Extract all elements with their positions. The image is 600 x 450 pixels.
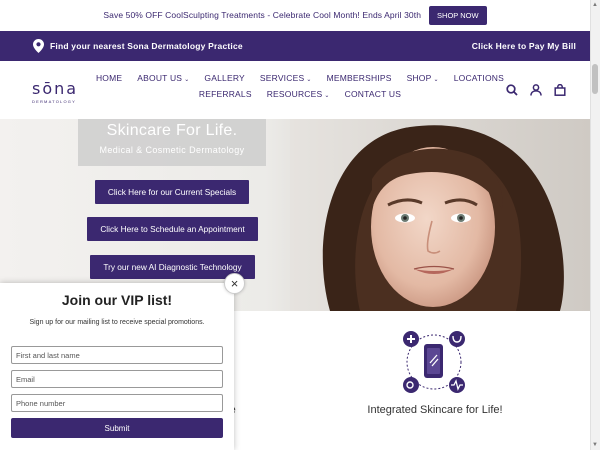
main-nav: HOME ABOUT US ⌄ GALLERY SERVICES ⌄ MEMBERSHIPS… [90, 71, 510, 103]
announcement-text: Save 50% OFF CoolSculpting Treatments - … [103, 10, 422, 20]
tagline-box: Skincare For Life. Medical & Cosmetic De… [78, 119, 266, 166]
nav-item-label: SHOP [406, 73, 432, 83]
nav-row-2: REFERRALS RESOURCES ⌄ CONTACT US [90, 87, 510, 103]
nav-item-label: ABOUT US [137, 73, 183, 83]
close-icon[interactable]: × [224, 273, 245, 294]
logo-wordmark: sōna [32, 79, 79, 98]
scrollbar[interactable]: ▲ ▼ [590, 0, 600, 450]
nav-item-label: LOCATIONS [453, 73, 505, 83]
scroll-up-arrow-icon[interactable]: ▲ [591, 1, 599, 9]
map-pin-icon [33, 39, 44, 58]
chevron-down-icon: ⌄ [306, 77, 312, 83]
nav-item-label: RESOURCES [266, 89, 323, 99]
nav-item-gallery[interactable]: GALLERY [204, 71, 244, 87]
nav-item-home[interactable]: HOME [96, 71, 122, 87]
popup-title: Join our VIP list! [61, 292, 173, 308]
nav-item-contact-us[interactable]: CONTACT US [345, 87, 401, 103]
find-practice-link[interactable]: Find your nearest Sona Dermatology Pract… [50, 41, 243, 51]
nav-item-shop[interactable]: SHOP ⌄ [407, 71, 439, 87]
logo-subtitle: DERMATOLOGY [32, 99, 76, 104]
hero-woman-photo [290, 119, 590, 311]
shop-now-button[interactable]: SHOP NOW [429, 5, 487, 25]
announcement-bar: Save 50% OFF CoolSculpting Treatments - … [0, 0, 590, 30]
phone-field[interactable]: Phone number [11, 394, 223, 412]
cart-icon[interactable] [554, 83, 566, 101]
header-icons [506, 83, 566, 101]
nav-item-label: CONTACT US [344, 89, 402, 99]
email-field[interactable]: Email [11, 370, 223, 388]
hero-tagline: Skincare For Life. [106, 122, 238, 139]
nav-item-referrals[interactable]: REFERRALS [199, 87, 252, 103]
nav-item-services[interactable]: SERVICES ⌄ [260, 71, 312, 87]
nav-item-label: GALLERY [204, 73, 245, 83]
vip-signup-popup: Join our VIP list! Sign up for our maili… [0, 283, 234, 450]
nav-item-resources[interactable]: RESOURCES ⌄ [267, 87, 330, 103]
nav-row-1: HOME ABOUT US ⌄ GALLERY SERVICES ⌄ MEMBERSHIPS… [90, 71, 510, 87]
nav-item-label: SERVICES [259, 73, 305, 83]
nav-item-label: MEMBERSHIPS [326, 73, 392, 83]
feature-title-integrated-skincare: Integrated Skincare for Life! [367, 404, 503, 416]
nav-item-label: HOME [95, 73, 123, 83]
submit-button[interactable]: Submit [11, 418, 223, 438]
page: Save 50% OFF CoolSculpting Treatments - … [0, 0, 600, 450]
popup-subtitle: Sign up for our mailing list to receive … [29, 319, 205, 326]
name-field[interactable]: First and last name [11, 346, 223, 364]
nav-item-about-us[interactable]: ABOUT US ⌄ [137, 71, 189, 87]
chevron-down-icon: ⌄ [433, 77, 439, 83]
nav-item-memberships[interactable]: MEMBERSHIPS [327, 71, 392, 87]
hero-tagline-sub: Medical & Cosmetic Dermatology [99, 145, 245, 155]
search-icon[interactable] [506, 83, 518, 101]
nav-item-locations[interactable]: LOCATIONS [454, 71, 504, 87]
current-specials-button[interactable]: Click Here for our Current Specials [95, 180, 249, 204]
chevron-down-icon: ⌄ [184, 77, 190, 83]
schedule-appointment-button[interactable]: Click Here to Schedule an Appointment [87, 217, 258, 241]
pay-bill-link[interactable]: Click Here to Pay My Bill [472, 41, 576, 51]
integrated-skincare-icon [403, 331, 465, 393]
account-icon[interactable] [530, 83, 542, 101]
nav-item-label: REFERRALS [198, 89, 252, 99]
site-header: sōna DERMATOLOGY HOME ABOUT US ⌄ GALLERY SER… [0, 61, 590, 119]
scroll-down-arrow-icon[interactable]: ▼ [591, 441, 599, 449]
locator-bar: Find your nearest Sona Dermatology Pract… [0, 31, 590, 61]
chevron-down-icon: ⌄ [324, 93, 330, 99]
scrollbar-thumb[interactable] [592, 64, 598, 94]
logo[interactable]: sōna DERMATOLOGY [32, 79, 78, 104]
